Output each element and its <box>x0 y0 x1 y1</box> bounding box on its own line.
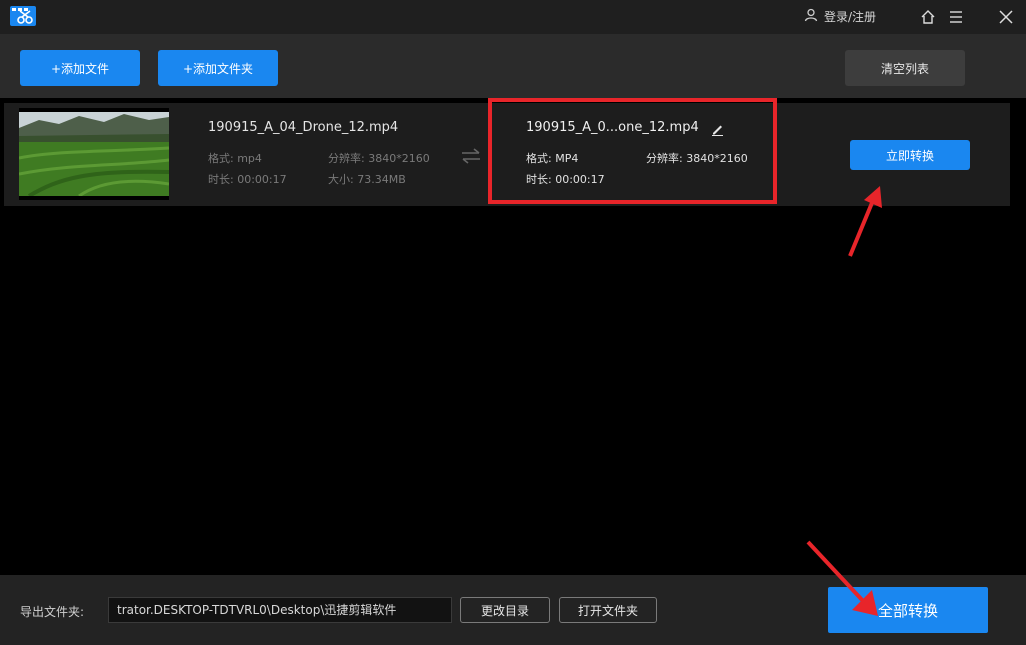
convert-now-button[interactable]: 立即转换 <box>850 140 970 170</box>
close-icon[interactable] <box>996 7 1016 27</box>
login-register-link[interactable]: 登录/注册 <box>804 8 876 25</box>
title-bar: 登录/注册 <box>0 0 1026 34</box>
menu-icon[interactable] <box>946 7 966 27</box>
source-duration: 时长: 00:00:17 <box>208 173 287 186</box>
convert-all-button[interactable]: 全部转换 <box>828 587 988 633</box>
clear-list-button[interactable]: 清空列表 <box>845 50 965 86</box>
source-size: 大小: 73.34MB <box>328 173 406 186</box>
video-thumbnail <box>19 108 169 200</box>
export-folder-label: 导出文件夹: <box>20 605 85 619</box>
toolbar: +添加文件 +添加文件夹 清空列表 <box>0 34 1026 98</box>
source-format: 格式: mp4 <box>208 152 262 165</box>
convert-arrows-icon <box>460 146 482 166</box>
app-logo-icon <box>10 6 38 28</box>
user-icon <box>804 8 818 25</box>
highlight-box <box>488 98 777 204</box>
login-label: 登录/注册 <box>824 10 877 24</box>
open-folder-button[interactable]: 打开文件夹 <box>559 597 657 623</box>
change-directory-button[interactable]: 更改目录 <box>460 597 550 623</box>
source-file-name: 190915_A_04_Drone_12.mp4 <box>208 120 399 135</box>
home-icon[interactable] <box>918 7 938 27</box>
add-file-button[interactable]: +添加文件 <box>20 50 140 86</box>
export-path-field[interactable]: trator.DESKTOP-TDTVRL0\Desktop\迅捷剪辑软件 <box>108 597 452 623</box>
add-folder-button[interactable]: +添加文件夹 <box>158 50 278 86</box>
source-resolution: 分辨率: 3840*2160 <box>328 152 430 165</box>
